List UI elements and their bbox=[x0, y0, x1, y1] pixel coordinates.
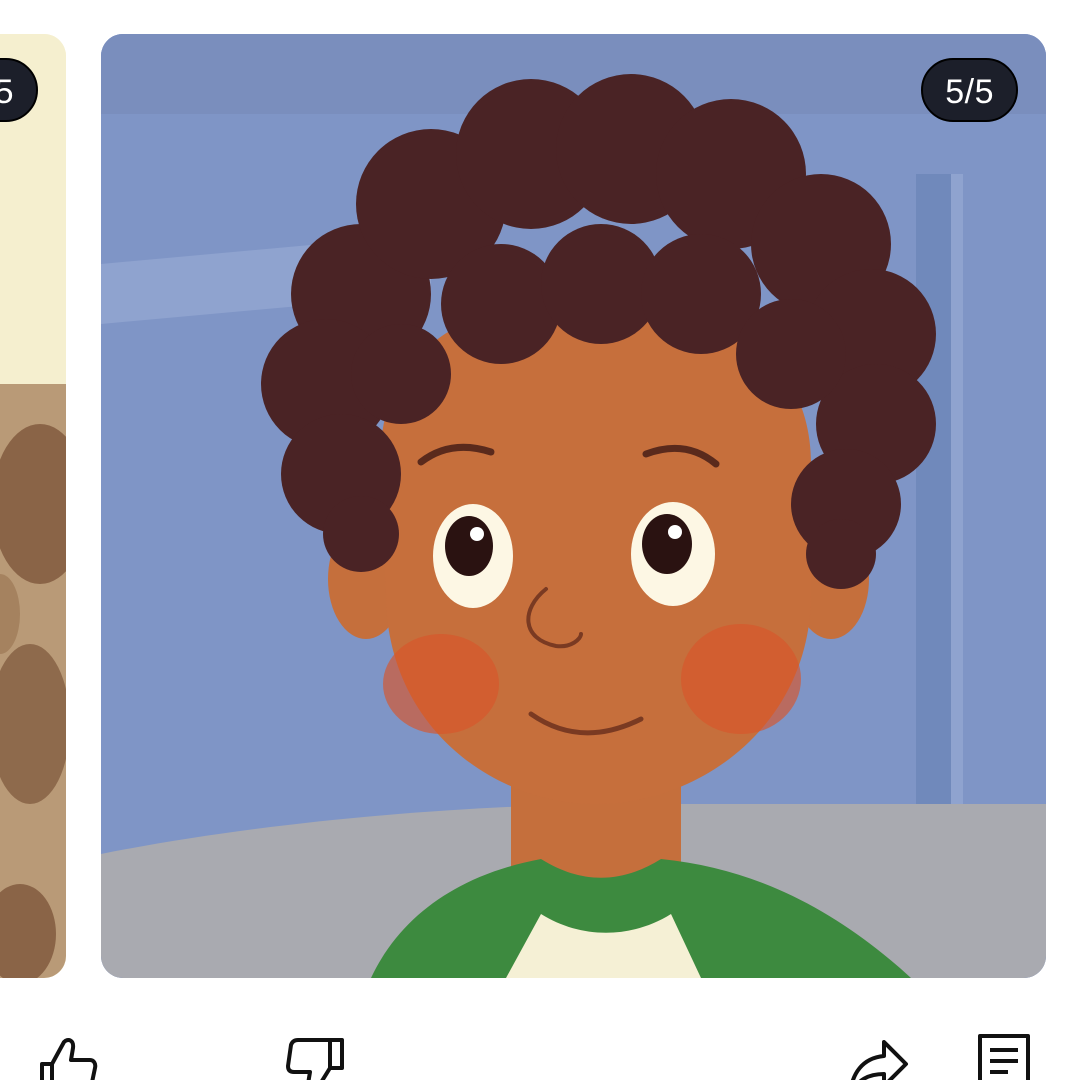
comments-icon bbox=[978, 1034, 1030, 1080]
post-action-bar bbox=[0, 1020, 1080, 1080]
share-icon bbox=[850, 1040, 908, 1080]
comments-button[interactable] bbox=[972, 1034, 1036, 1080]
like-button[interactable] bbox=[36, 1034, 100, 1080]
share-button[interactable] bbox=[846, 1034, 910, 1080]
current-slide-image bbox=[101, 34, 1046, 978]
thumbs-down-icon bbox=[286, 1038, 344, 1080]
thumbs-up-icon bbox=[40, 1038, 98, 1080]
previous-slide[interactable]: 5 bbox=[0, 34, 66, 978]
current-slide[interactable]: 5/5 bbox=[101, 34, 1046, 978]
current-slide-counter: 5/5 bbox=[921, 58, 1018, 122]
dislike-button[interactable] bbox=[284, 1034, 348, 1080]
previous-slide-image bbox=[0, 34, 66, 978]
post-carousel-view: 5 5/5 bbox=[0, 0, 1080, 1080]
